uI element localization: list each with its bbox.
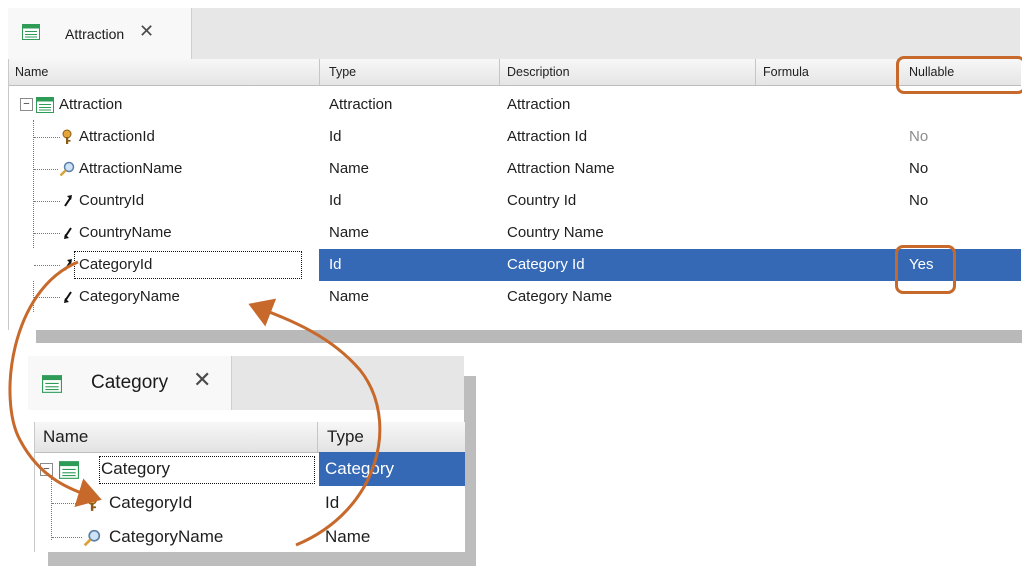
- row-type: Name: [329, 160, 370, 177]
- row-name: CategoryId: [109, 493, 193, 512]
- tab-category[interactable]: Category ✕: [28, 356, 232, 410]
- table-row[interactable]: CountryId Id Country Id No: [9, 185, 1021, 217]
- search-icon: [83, 529, 101, 547]
- attraction-tab-strip: Attraction ✕: [8, 8, 1020, 59]
- table-row[interactable]: AttractionName Name Attraction Name No: [9, 153, 1021, 185]
- column-header-type[interactable]: Type: [329, 65, 356, 79]
- row-name: CountryName: [79, 224, 172, 241]
- grid-header: Name Type: [35, 422, 465, 453]
- tab-attraction[interactable]: Attraction ✕: [8, 8, 192, 59]
- row-type: Id: [325, 493, 340, 512]
- table-row[interactable]: − Attraction Attraction Attraction: [9, 89, 1021, 121]
- row-type: Name: [325, 527, 371, 546]
- transaction-icon: [42, 375, 62, 393]
- table-row[interactable]: − Category Category: [35, 452, 465, 486]
- search-icon: [59, 161, 75, 177]
- table-row[interactable]: CategoryName Name Category Name: [9, 281, 1021, 313]
- row-type: Id: [329, 256, 342, 273]
- column-header-description[interactable]: Description: [507, 65, 570, 79]
- row-type: Name: [329, 288, 370, 305]
- category-structure-grid: Name Type − Category Category CategoryId…: [34, 422, 465, 552]
- row-description: Category Name: [507, 288, 613, 305]
- collapse-icon[interactable]: −: [40, 463, 53, 476]
- row-name: CountryId: [79, 192, 145, 209]
- category-window: Category ✕ Name Type − Category Category: [28, 356, 476, 566]
- row-name: CategoryId: [79, 256, 153, 273]
- table-row[interactable]: CountryName Name Country Name: [9, 217, 1021, 249]
- tab-title: Attraction: [65, 26, 125, 42]
- row-description: Country Id: [507, 192, 577, 209]
- row-description: Category Id: [507, 256, 585, 273]
- row-type: Id: [329, 192, 342, 209]
- table-row[interactable]: CategoryId Id: [35, 486, 465, 520]
- row-name: Category: [101, 459, 170, 478]
- row-description: Attraction Id: [507, 128, 588, 145]
- key-icon: [86, 494, 98, 511]
- row-description: Country Name: [507, 224, 604, 241]
- column-header-formula[interactable]: Formula: [763, 65, 809, 79]
- row-name: CategoryName: [109, 527, 224, 546]
- inferred-down-icon: [64, 227, 72, 239]
- foreign-key-up-icon: [64, 259, 72, 271]
- attraction-window: Attraction ✕ Name Type Description Formu…: [8, 8, 1022, 343]
- transaction-icon: [59, 461, 79, 479]
- table-row[interactable]: CategoryName Name: [35, 520, 465, 554]
- nullable-yes-highlight: [895, 245, 956, 294]
- row-name: Attraction: [59, 96, 123, 113]
- row-name: AttractionId: [79, 128, 155, 145]
- transaction-icon: [36, 97, 54, 113]
- foreign-key-up-icon: [64, 195, 72, 207]
- tab-title: Category: [91, 372, 169, 393]
- column-header-name[interactable]: Name: [43, 427, 88, 447]
- row-description: Attraction Name: [507, 160, 615, 177]
- row-name: CategoryName: [79, 288, 180, 305]
- attraction-structure-grid: Name Type Description Formula Nullable −…: [8, 59, 1021, 330]
- table-row-selected[interactable]: CategoryId Id Category Id Yes: [9, 249, 1021, 281]
- close-icon[interactable]: ✕: [193, 369, 211, 391]
- row-nullable: No: [909, 128, 929, 145]
- nullable-header-highlight: [896, 56, 1022, 94]
- column-header-type[interactable]: Type: [327, 427, 364, 447]
- grid-header: Name Type Description Formula Nullable: [9, 59, 1021, 86]
- row-nullable: No: [909, 192, 929, 209]
- key-icon: [62, 129, 72, 144]
- table-row[interactable]: AttractionId Id Attraction Id No: [9, 121, 1021, 153]
- collapse-icon[interactable]: −: [20, 98, 33, 111]
- category-tab-strip: Category ✕: [28, 356, 464, 410]
- row-description: Attraction: [507, 96, 571, 113]
- transaction-icon: [22, 24, 40, 40]
- close-icon[interactable]: ✕: [139, 22, 154, 40]
- row-type: Name: [329, 224, 370, 241]
- row-nullable: No: [909, 160, 929, 177]
- column-header-name[interactable]: Name: [15, 65, 48, 79]
- inferred-down-icon: [64, 291, 72, 303]
- row-type: Attraction: [329, 96, 393, 113]
- row-type: Category: [325, 459, 394, 478]
- row-type: Id: [329, 128, 342, 145]
- row-name: AttractionName: [79, 160, 183, 177]
